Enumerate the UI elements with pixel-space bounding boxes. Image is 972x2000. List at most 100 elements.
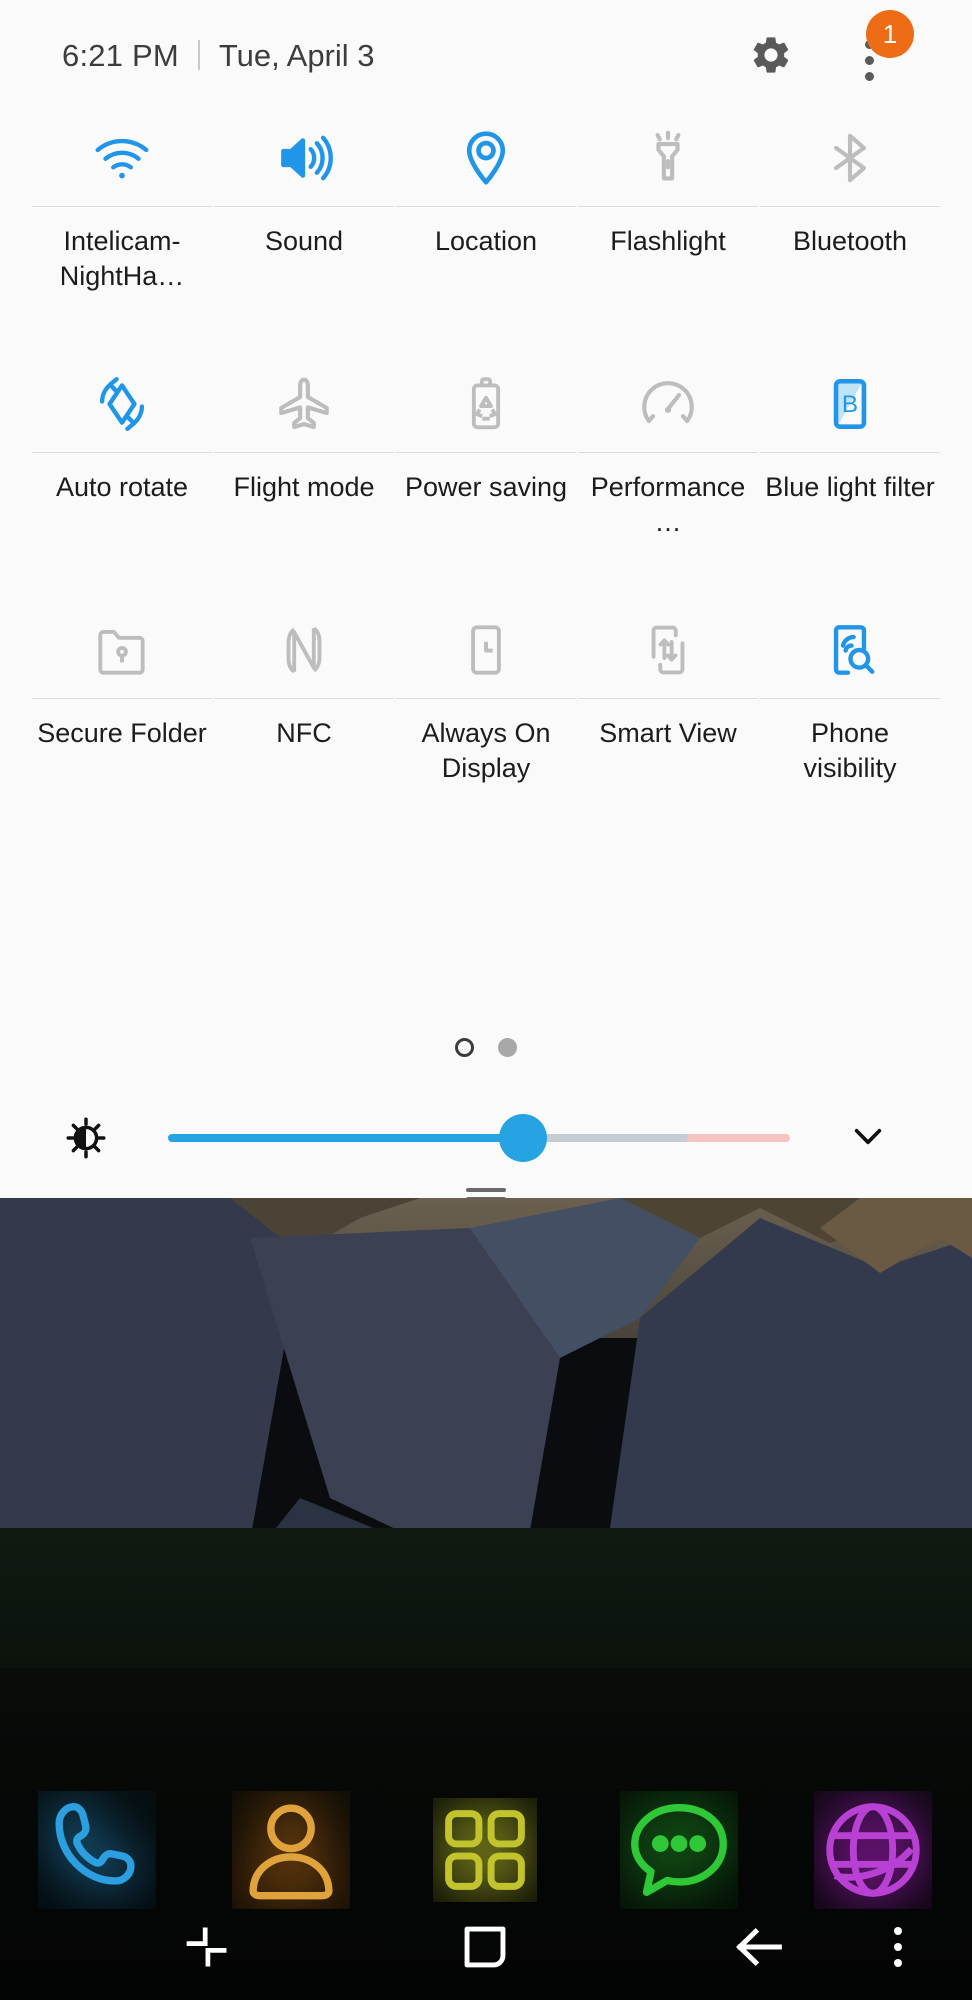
recents-icon (186, 1927, 227, 1967)
quick-tile-flight-mode[interactable]: Flight mode (213, 356, 395, 564)
quick-tile-bluetooth[interactable]: Bluetooth (759, 110, 941, 318)
quick-tile-label: Performance… (590, 472, 746, 537)
tile-divider (578, 452, 758, 453)
settings-button[interactable] (747, 33, 795, 81)
nfc-icon (213, 602, 395, 698)
quick-settings-panel: 6:21 PM Tue, April 3 1 Intelicam-NightHa… (0, 0, 972, 1201)
home-square-icon (464, 1926, 506, 1968)
tile-divider (396, 206, 576, 207)
airplane-icon (213, 356, 395, 452)
status-badge: 1 (866, 10, 914, 58)
smart-view-icon (577, 602, 759, 698)
quick-tile-label: Auto rotate (55, 472, 189, 502)
tile-divider (760, 698, 940, 699)
quick-tile-phone-visibility[interactable]: Phone visibility (759, 602, 941, 810)
brightness-slider[interactable] (168, 1114, 790, 1162)
navigation-bar (0, 1900, 972, 2000)
location-pin-icon (395, 110, 577, 206)
brightness-sun-icon (58, 1110, 114, 1166)
quick-tile-performance[interactable]: Performance… (577, 356, 759, 564)
quick-panel-header: 6:21 PM Tue, April 3 1 (0, 0, 972, 100)
blue-light-filter-icon: B (759, 356, 941, 452)
status-time: 6:21 PM (62, 38, 179, 73)
always-on-display-icon (395, 602, 577, 698)
quick-tile-power-saving[interactable]: Power saving (395, 356, 577, 564)
quick-tile-label: Flight mode (233, 472, 375, 502)
quick-tile-label: Power saving (404, 472, 568, 502)
brightness-warning-zone (687, 1134, 790, 1142)
tile-divider (760, 206, 940, 207)
quick-tile-label: Location (434, 226, 538, 256)
tile-divider (32, 452, 212, 453)
back-arrow-icon (736, 1927, 782, 1967)
brightness-remaining (522, 1134, 688, 1142)
quick-tile-secure-folder[interactable]: Secure Folder (31, 602, 213, 810)
home-dock (0, 1785, 972, 1915)
tile-divider (32, 206, 212, 207)
gear-icon (749, 33, 793, 82)
quick-tile-label: Phone visibility (803, 718, 897, 783)
brightness-thumb[interactable] (498, 1114, 547, 1162)
tile-divider (578, 698, 758, 699)
quick-tile-label: Flashlight (610, 226, 726, 256)
quick-tile-auto-rotate[interactable]: Auto rotate (31, 356, 213, 564)
quick-tile-row-2: Auto rotate Flight mode Power saving Per… (31, 356, 941, 564)
tile-divider (578, 206, 758, 207)
globe-browser-icon (826, 1803, 920, 1897)
chevron-down-icon (847, 1115, 889, 1162)
flashlight-icon (577, 110, 759, 206)
nav-home-button[interactable] (448, 1910, 522, 1984)
secure-folder-icon (31, 602, 213, 698)
nav-recents-button[interactable] (170, 1910, 244, 1984)
bluetooth-icon (759, 110, 941, 206)
quick-tile-label: Sound (264, 226, 344, 256)
brightness-row (0, 1102, 972, 1174)
clock-separator (197, 40, 200, 70)
clock-and-date: 6:21 PM Tue, April 3 (62, 36, 375, 74)
phone-handset-icon (55, 1803, 135, 1885)
tile-divider (396, 452, 576, 453)
quick-tile-row-3: Secure Folder NFC Always On Display Smar… (31, 602, 941, 810)
dock-item-internet[interactable] (776, 1785, 970, 1915)
message-bubble-icon (631, 1804, 727, 1896)
quick-tile-label: Smart View (599, 718, 737, 748)
tile-divider (32, 698, 212, 699)
brightness-expand-button[interactable] (838, 1114, 898, 1162)
wifi-icon (31, 110, 213, 206)
battery-recycle-icon (395, 356, 577, 452)
tile-divider (214, 698, 394, 699)
quick-tile-smart-view[interactable]: Smart View (577, 602, 759, 810)
dock-item-phone[interactable] (0, 1785, 194, 1915)
tile-divider (396, 698, 576, 699)
page-dot-1[interactable] (455, 1038, 474, 1057)
quick-tile-sound[interactable]: Sound (213, 110, 395, 318)
svg-text:B: B (842, 391, 858, 418)
speedometer-icon (577, 356, 759, 452)
quick-tile-nfc[interactable]: NFC (213, 602, 395, 810)
quick-tile-label: Intelicam-NightHa… (59, 226, 185, 291)
nav-more-button[interactable] (873, 1910, 923, 1984)
quick-panel-pagination (0, 1038, 972, 1057)
quick-tile-label: NFC (276, 718, 332, 748)
brightness-fill (168, 1134, 523, 1142)
quick-tile-blue-light-filter[interactable]: B Blue light filter (759, 356, 941, 564)
auto-rotate-icon (31, 356, 213, 452)
quick-tile-label: Blue light filter (765, 472, 935, 502)
quick-tile-label: Bluetooth (792, 226, 908, 256)
apps-grid-icon (445, 1810, 525, 1890)
contacts-person-icon (249, 1804, 333, 1900)
tile-divider (214, 206, 394, 207)
quick-tile-always-on-display[interactable]: Always On Display (395, 602, 577, 810)
status-date: Tue, April 3 (218, 38, 375, 73)
quick-tile-wifi[interactable]: Intelicam-NightHa… (31, 110, 213, 318)
quick-tile-flashlight[interactable]: Flashlight (577, 110, 759, 318)
dock-item-messages[interactable] (582, 1785, 776, 1915)
tile-divider (760, 452, 940, 453)
quick-tile-location[interactable]: Location (395, 110, 577, 318)
dock-item-contacts[interactable] (194, 1785, 388, 1915)
quick-tile-label: Secure Folder (37, 718, 207, 748)
dock-item-apps[interactable] (388, 1785, 582, 1915)
page-dot-2[interactable] (498, 1038, 517, 1057)
three-dots-vertical-icon (894, 1927, 902, 1967)
nav-back-button[interactable] (722, 1910, 796, 1984)
